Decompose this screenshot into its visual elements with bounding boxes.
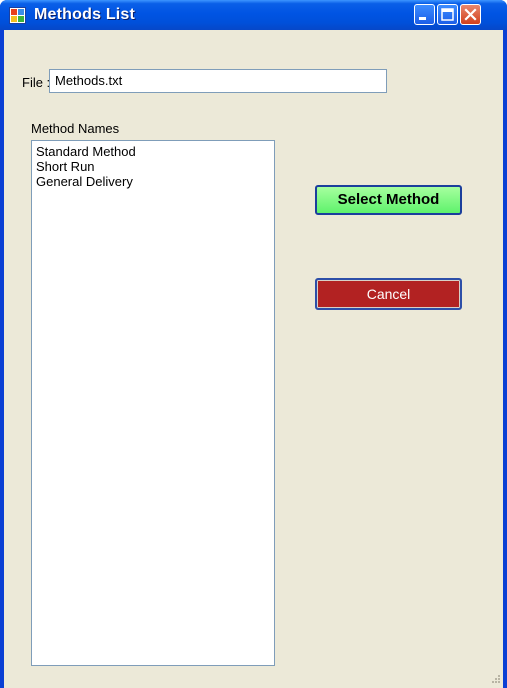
list-item[interactable]: Short Run xyxy=(36,159,274,174)
list-item[interactable]: General Delivery xyxy=(36,174,274,189)
window-client-area: File : Methods.txt Method Names Standard… xyxy=(4,30,503,688)
list-item[interactable]: Standard Method xyxy=(36,144,274,159)
select-method-button[interactable]: Select Method xyxy=(315,185,462,215)
maximize-icon xyxy=(441,8,454,21)
cancel-button[interactable]: Cancel xyxy=(315,278,462,310)
resize-grip-icon[interactable] xyxy=(489,674,501,686)
minimize-icon xyxy=(419,17,426,20)
file-label: File : xyxy=(22,75,51,90)
file-name-field[interactable]: Methods.txt xyxy=(49,69,387,93)
method-names-label: Method Names xyxy=(31,121,120,136)
maximize-button[interactable] xyxy=(437,4,458,25)
close-icon xyxy=(464,8,477,21)
window-title: Methods List xyxy=(34,6,136,23)
minimize-button[interactable] xyxy=(414,4,435,25)
method-names-listbox[interactable]: Standard Method Short Run General Delive… xyxy=(31,140,275,666)
app-window-icon xyxy=(9,7,26,24)
window-frame: Methods List File : Methods.txt Method N… xyxy=(0,0,507,688)
title-bar[interactable]: Methods List xyxy=(0,0,507,30)
close-button[interactable] xyxy=(460,4,481,25)
